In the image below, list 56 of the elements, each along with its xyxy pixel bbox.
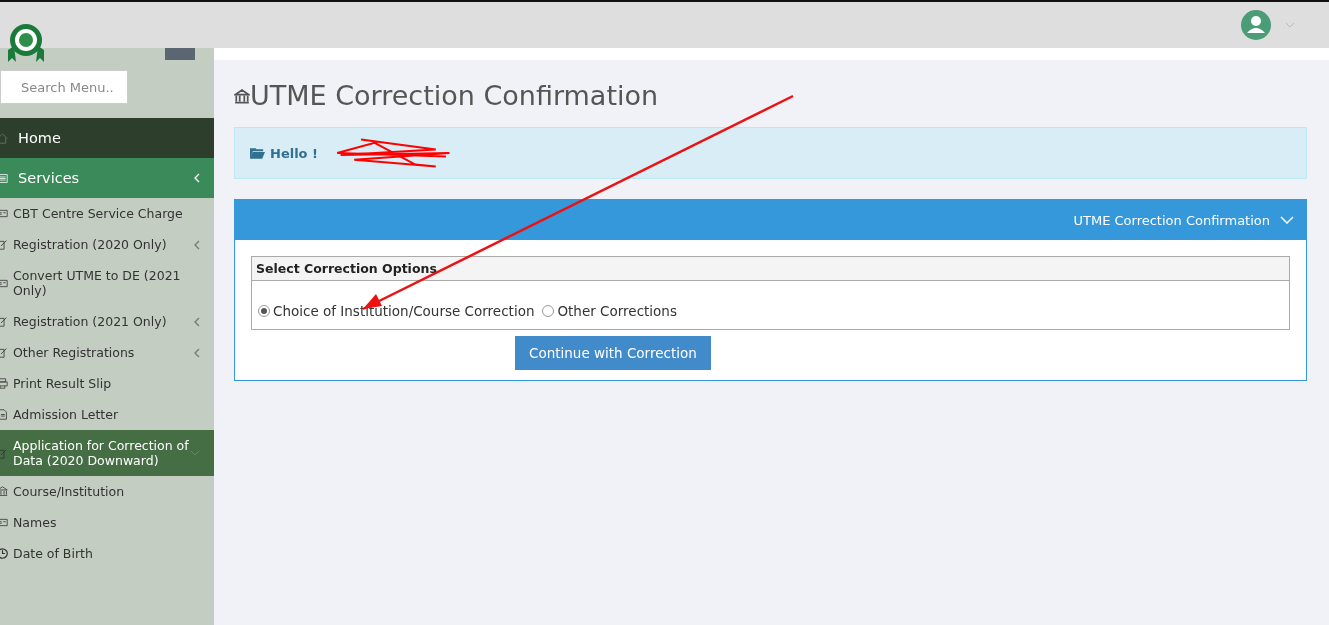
chevron-left-icon (194, 239, 200, 250)
page-title: UTME Correction Confirmation (234, 80, 1307, 111)
menu-item-label: Registration (2020 Only) (13, 237, 168, 252)
bank-icon (234, 89, 250, 105)
edit-icon (0, 447, 8, 459)
chevron-down-icon (190, 450, 200, 456)
list-icon (0, 172, 8, 184)
menu-item[interactable]: Registration (2021 Only) (0, 306, 214, 337)
card-icon (0, 208, 8, 219)
menu-item[interactable]: Services (0, 158, 214, 198)
continue-button[interactable]: Continue with Correction (515, 336, 711, 370)
doc-icon (0, 409, 8, 420)
menu-item[interactable]: Names (0, 507, 214, 538)
menu-item-label: Application for Correction of Data (2020 Downward) (13, 438, 190, 468)
home-icon (0, 132, 8, 144)
edit-icon (0, 239, 8, 250)
menu-item-label: Date of Birth (13, 546, 94, 561)
menu-item[interactable]: Other Registrations (0, 337, 214, 368)
card-icon (0, 517, 8, 528)
edit-icon (0, 316, 8, 327)
menu-item-label: Other Registrations (13, 345, 136, 360)
search-field[interactable]: Search Menu.. (0, 70, 128, 104)
chevron-left-icon (194, 173, 200, 183)
menu-item-label: Course/Institution (13, 484, 126, 499)
radio-option[interactable]: Choice of Institution/Course Correction (258, 303, 535, 319)
greeting-text: Hello ! (270, 145, 318, 161)
chevron-left-icon (194, 316, 200, 327)
menu-item-label: Names (13, 515, 58, 530)
menu-item-label: Registration (2021 Only) (13, 314, 168, 329)
menu-item[interactable]: Date of Birth (0, 538, 214, 569)
edit-icon (0, 347, 8, 358)
menu-item-label: Admission Letter (13, 407, 120, 422)
menu-toggle-button[interactable] (165, 48, 195, 60)
radio-option[interactable]: Other Corrections (542, 303, 677, 319)
menu-item[interactable]: Home (0, 118, 214, 158)
menu-item[interactable]: Print Result Slip (0, 368, 214, 399)
menu-item-label: Services (18, 170, 81, 186)
chevron-left-icon (194, 347, 200, 358)
bank-icon (0, 486, 8, 497)
menu-item-label: Convert UTME to DE (2021 Only) (13, 268, 182, 298)
menu-item[interactable]: Registration (2020 Only) (0, 229, 214, 260)
menu-item[interactable]: Admission Letter (0, 399, 214, 430)
menu-item[interactable]: CBT Centre Service Charge (0, 198, 214, 229)
section-title: Select Correction Options (252, 257, 1289, 281)
card-icon (0, 277, 8, 289)
menu-item[interactable]: Course/Institution (0, 476, 214, 507)
panel-title: UTME Correction Confirmation (1073, 212, 1270, 228)
user-avatar-icon[interactable] (1241, 10, 1271, 40)
menu-item-label: Print Result Slip (13, 376, 113, 391)
menu-item[interactable]: Application for Correction of Data (2020 Downward) (0, 430, 214, 476)
menu-item[interactable]: Convert UTME to DE (2021 Only) (0, 260, 214, 306)
print-icon (0, 378, 8, 389)
menu-item-label: CBT Centre Service Charge (13, 206, 184, 221)
menu-item-label: Home (18, 130, 62, 146)
folder-icon (250, 147, 265, 159)
clock-icon (0, 548, 8, 559)
